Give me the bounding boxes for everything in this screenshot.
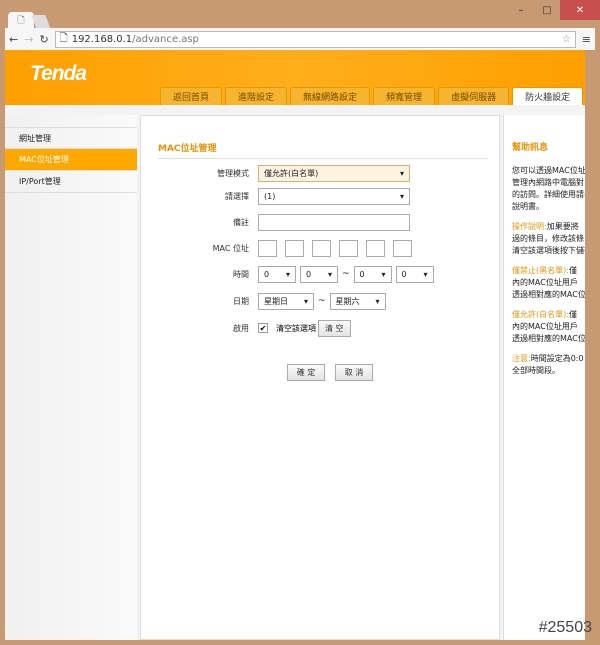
note-label: 備註: [233, 217, 249, 227]
dropdown-arrow-icon: ▾: [375, 296, 380, 306]
enable-checkbox[interactable]: ✔: [258, 323, 268, 333]
url-host: 192.168.0.1: [71, 33, 133, 45]
back-icon[interactable]: ←: [9, 33, 18, 46]
url-path: /advance.asp: [132, 33, 199, 45]
mac-octet-2[interactable]: [285, 239, 304, 257]
tilde: ~: [342, 269, 350, 279]
cancel-button[interactable]: 取 消: [335, 364, 373, 381]
section-title: MAC位址管理: [158, 141, 488, 159]
end-hour: 0: [359, 269, 365, 279]
router-page: Tenda 返回首頁 進階設定 無線網路設定 頻寬管理 虛擬伺服器 防火牆設定 …: [5, 50, 585, 640]
window-controls: – □ ✕: [508, 0, 600, 20]
page-icon: 🗋: [59, 32, 68, 44]
time-label: 時間: [233, 269, 249, 279]
start-hour: 0: [264, 269, 270, 279]
start-minute-select[interactable]: 0 ▾: [300, 265, 338, 283]
end-hour-select[interactable]: 0 ▾: [353, 265, 392, 283]
date-label: 日期: [233, 296, 249, 306]
page-icon: 🗋: [17, 16, 25, 26]
menu-icon[interactable]: ≡: [582, 33, 591, 46]
ok-button[interactable]: 確 定: [287, 364, 325, 381]
tab-bandwidth[interactable]: 頻寬管理: [373, 87, 436, 105]
help-operation: 操作說明:加果要將 過的條目，修改該條目 清空該選項後按下儲存: [512, 222, 585, 255]
mac-octet-5[interactable]: [366, 239, 385, 257]
help-blacklist: 僅禁止(黑名單):僅內的MAC位址用戶透過相對應的MAC位址。: [512, 266, 585, 299]
date-from: 星期日: [264, 296, 288, 306]
help-intro: 您可以透過MAC位址管管理內網路中電腦對的訪問。詳細使用請參說明書。: [512, 166, 585, 211]
browser-toolbar: ← → ↻ 🗋 192.168.0.1/advance.asp ☆ ≡: [5, 28, 595, 50]
dropdown-arrow-icon: ▾: [327, 269, 332, 279]
tilde: ~: [318, 296, 326, 306]
forward-icon[interactable]: →: [24, 33, 33, 46]
tenda-logo: Tenda: [30, 62, 87, 85]
date-to: 星期六: [335, 296, 360, 306]
dropdown-arrow-icon: ▾: [303, 296, 308, 306]
mac-octet-4[interactable]: [339, 239, 358, 257]
tab-advanced[interactable]: 進階設定: [225, 87, 288, 105]
entry-select[interactable]: (1) ▾: [258, 187, 410, 205]
note-input[interactable]: [258, 213, 410, 231]
minimize-button[interactable]: –: [508, 0, 534, 20]
header: Tenda 返回首頁 進階設定 無線網路設定 頻寬管理 虛擬伺服器 防火牆設定 …: [5, 50, 585, 105]
dropdown-arrow-icon: ▾: [285, 269, 290, 279]
mac-octet-6[interactable]: [393, 239, 412, 257]
dropdown-arrow-icon: ▾: [381, 269, 386, 279]
maximize-button[interactable]: □: [534, 0, 560, 20]
tab-home[interactable]: 返回首頁: [160, 87, 223, 105]
date-to-select[interactable]: 星期六 ▾: [329, 292, 386, 310]
close-button[interactable]: ✕: [560, 0, 600, 20]
clear-button[interactable]: 清 空: [318, 319, 351, 337]
dropdown-arrow-icon: ▾: [399, 168, 404, 178]
sidebar-item-url[interactable]: 網址管理: [5, 127, 137, 149]
mode-value: 僅允許(白名單): [264, 168, 319, 178]
mac-octet-3[interactable]: [312, 239, 331, 257]
main-tabs: 返回首頁 進階設定 無線網路設定 頻寬管理 虛擬伺服器 防火牆設定 系: [160, 87, 585, 105]
address-bar[interactable]: 🗋 192.168.0.1/advance.asp ☆: [54, 30, 576, 48]
tab-firewall[interactable]: 防火牆設定: [512, 87, 584, 105]
start-minute: 0: [306, 269, 312, 279]
star-icon[interactable]: ☆: [562, 34, 571, 45]
reload-icon[interactable]: ↻: [39, 33, 48, 46]
mode-select[interactable]: 僅允許(白名單) ▾: [258, 164, 410, 182]
new-tab-button[interactable]: [31, 15, 51, 29]
content: 網址管理 MAC位址管理 IP/Port管理 MAC位址管理 管理模式 僅允許(…: [5, 105, 585, 640]
date-from-select[interactable]: 星期日 ▾: [258, 292, 314, 310]
tab-wireless[interactable]: 無線網路設定: [290, 87, 371, 105]
sidebar-item-mac[interactable]: MAC位址管理: [5, 149, 137, 171]
mac-octet-1[interactable]: [258, 239, 277, 257]
help-panel: 幫助訊息 您可以透過MAC位址管管理內網路中電腦對的訪問。詳細使用請參說明書。 …: [503, 115, 585, 640]
help-whitelist: 僅允許(白名單):僅內的MAC位址用戶透過相對應的MAC位址。: [512, 310, 585, 343]
watermark: #25503: [538, 619, 592, 636]
end-minute-select[interactable]: 0 ▾: [395, 265, 434, 283]
sidebar: 網址管理 MAC位址管理 IP/Port管理: [5, 115, 137, 640]
dropdown-arrow-icon: ▾: [399, 191, 404, 201]
start-hour-select[interactable]: 0 ▾: [258, 265, 296, 283]
select-label: 請選擇: [225, 191, 249, 201]
entry-value: (1): [264, 191, 276, 201]
mac-form-panel: MAC位址管理 管理模式 僅允許(白名單) ▾ 請選擇 (1) ▾ 備註 MAC 位…: [140, 115, 500, 640]
help-title: 幫助訊息: [512, 143, 549, 153]
sidebar-item-ip-port[interactable]: IP/Port管理: [5, 171, 137, 193]
dropdown-arrow-icon: ▾: [423, 269, 428, 279]
enable-label: 啟用: [233, 323, 249, 333]
clear-option-label: 清空該選項: [276, 323, 316, 333]
tab-virtual-server[interactable]: 虛擬伺服器: [438, 87, 510, 105]
end-minute: 0: [401, 269, 407, 279]
help-note: 注意:時間設定為0:0 全部時間段。: [512, 354, 584, 375]
mac-label: MAC 位址: [212, 243, 249, 253]
mode-label: 管理模式: [217, 168, 249, 178]
